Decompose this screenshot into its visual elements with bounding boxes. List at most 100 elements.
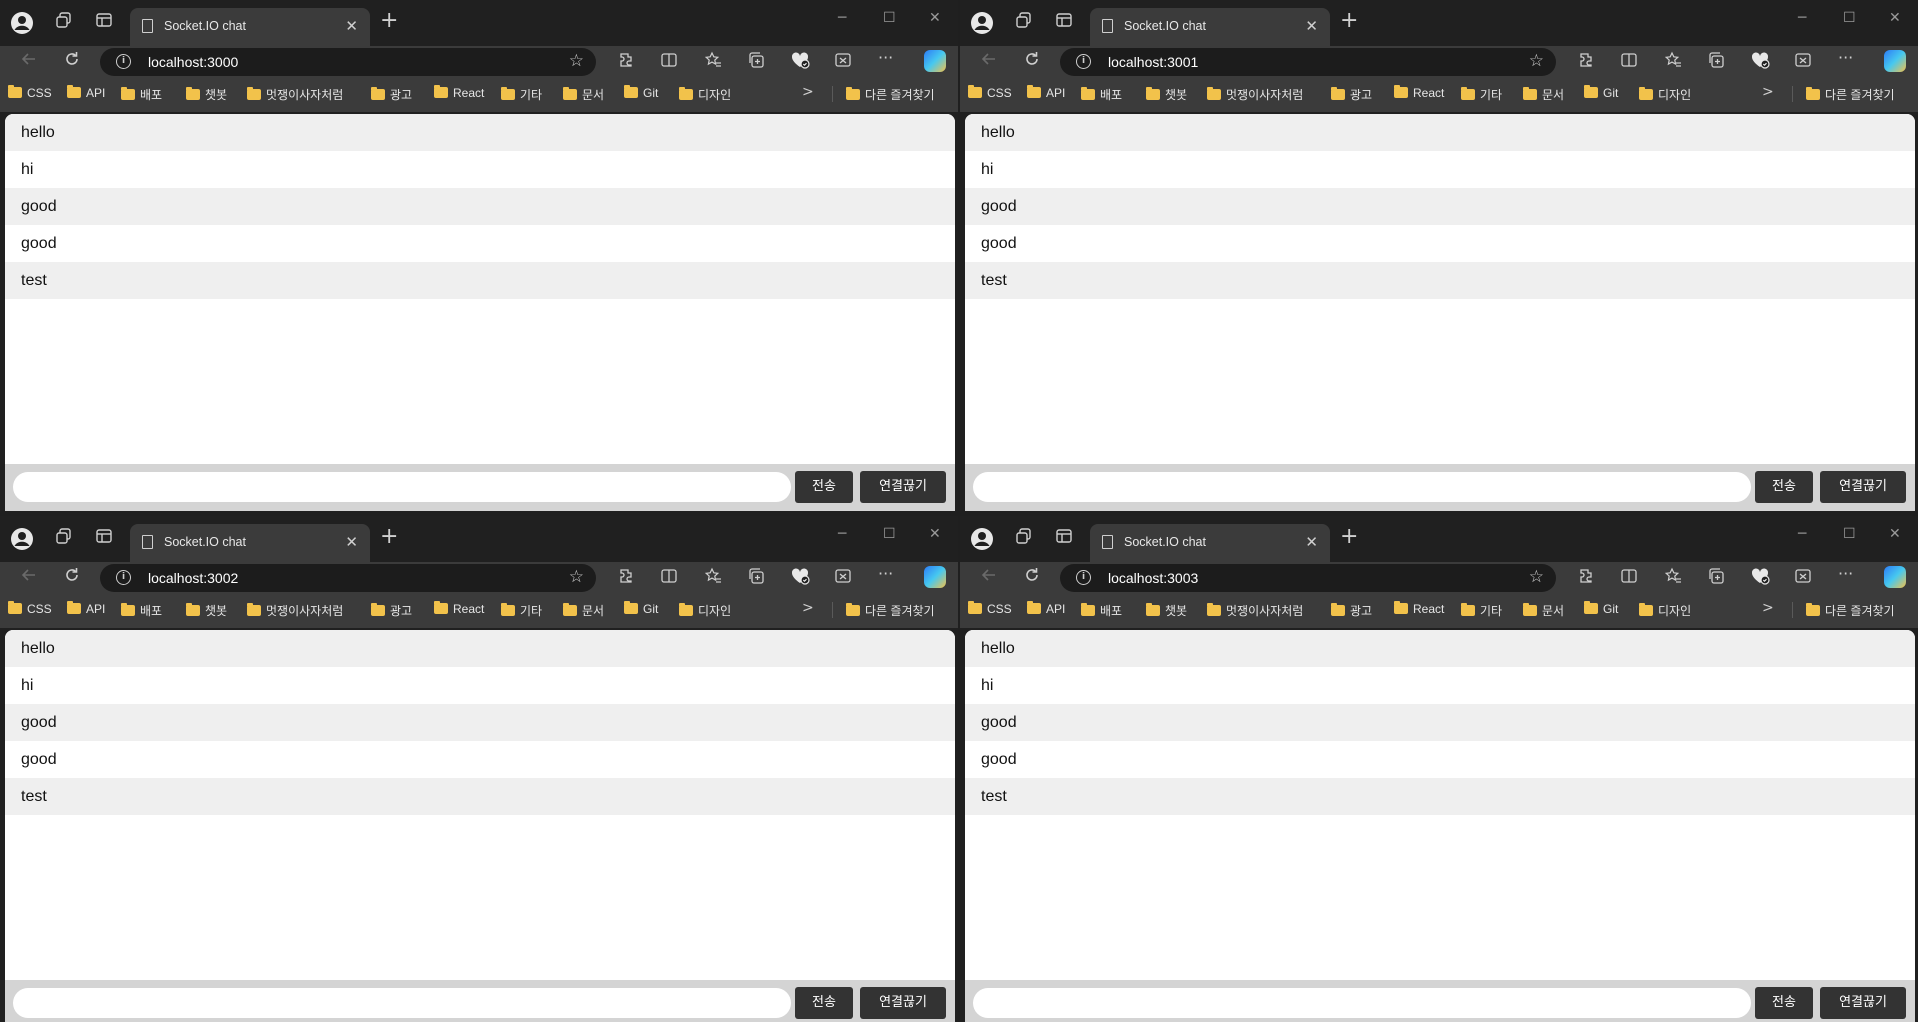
collections-icon[interactable] [1707,51,1725,73]
bookmark-folder[interactable]: 문서 [563,602,604,619]
minimize-button[interactable]: ─ [1798,526,1806,542]
more-icon[interactable]: ··· [1838,48,1853,67]
message-input[interactable] [973,988,1751,1018]
split-screen-icon[interactable] [660,51,678,73]
send-button[interactable]: 전송 [1755,471,1813,503]
bookmark-folder[interactable]: 문서 [563,86,604,103]
screenshot-icon[interactable] [834,51,852,73]
bookmark-folder[interactable]: API [1027,601,1065,616]
bookmark-folder[interactable]: 배포 [121,602,162,619]
favorites-icon[interactable] [704,567,722,589]
maximize-button[interactable]: ☐ [883,10,896,26]
bookmark-folder[interactable]: 멋쟁이사자처럼 [247,602,343,619]
other-favorites-folder[interactable]: 다른 즐겨찾기 [1806,602,1895,619]
split-screen-icon[interactable] [1620,51,1638,73]
bookmark-folder[interactable]: 문서 [1523,86,1564,103]
maximize-button[interactable]: ☐ [1843,526,1856,542]
collections-icon[interactable] [1707,567,1725,589]
disconnect-button[interactable]: 연결끊기 [1820,471,1906,503]
maximize-button[interactable]: ☐ [1843,10,1856,26]
bookmark-folder[interactable]: 기타 [1461,86,1502,103]
address-bar[interactable]: i localhost:3001 ☆ [1060,48,1556,76]
other-favorites-folder[interactable]: 다른 즐겨찾기 [1806,86,1895,103]
browser-tab[interactable]: Socket.IO chat ✕ [1090,524,1330,562]
tab-close-icon[interactable]: ✕ [1305,533,1318,551]
browser-tab[interactable]: Socket.IO chat ✕ [130,524,370,562]
message-input[interactable] [13,472,791,502]
bookmark-folder[interactable]: 배포 [1081,86,1122,103]
collections-icon[interactable] [747,567,765,589]
tab-close-icon[interactable]: ✕ [345,17,358,35]
bookmark-folder[interactable]: Git [624,601,658,616]
close-window-button[interactable]: ✕ [1889,10,1901,26]
bookmark-folder[interactable]: 멋쟁이사자처럼 [1207,86,1303,103]
site-info-icon[interactable]: i [1076,570,1091,585]
close-window-button[interactable]: ✕ [1889,526,1901,542]
bookmark-folder[interactable]: 챗봇 [1146,86,1187,103]
bookmark-folder[interactable]: 광고 [371,86,412,103]
screenshot-icon[interactable] [1794,567,1812,589]
copilot-icon[interactable] [1884,566,1906,588]
workspaces-icon[interactable] [1012,11,1036,35]
new-tab-button[interactable]: + [380,8,398,33]
bookmark-folder[interactable]: API [1027,85,1065,100]
bookmark-folder[interactable]: 기타 [501,86,542,103]
vertical-tabs-icon[interactable] [92,527,116,551]
profile-icon[interactable] [970,527,994,551]
favorite-star-icon[interactable]: ☆ [1529,567,1544,587]
bookmark-folder[interactable]: React [434,85,484,100]
profile-icon[interactable] [10,527,34,551]
new-tab-button[interactable]: + [1340,524,1358,549]
bookmark-folder[interactable]: 기타 [501,602,542,619]
bookmark-folder[interactable]: 챗봇 [1146,602,1187,619]
chevron-right-icon[interactable]: > [1762,600,1774,616]
new-tab-button[interactable]: + [380,524,398,549]
close-window-button[interactable]: ✕ [929,10,941,26]
new-tab-button[interactable]: + [1340,8,1358,33]
refresh-icon[interactable] [63,50,81,73]
split-screen-icon[interactable] [660,567,678,589]
bookmark-folder[interactable]: 배포 [121,86,162,103]
bookmark-folder[interactable]: 광고 [1331,602,1372,619]
bookmark-folder[interactable]: 멋쟁이사자처럼 [1207,602,1303,619]
copilot-icon[interactable] [924,566,946,588]
workspaces-icon[interactable] [52,527,76,551]
other-favorites-folder[interactable]: 다른 즐겨찾기 [846,86,935,103]
browser-essentials-icon[interactable] [1750,51,1770,73]
bookmark-folder[interactable]: 멋쟁이사자처럼 [247,86,343,103]
chevron-right-icon[interactable]: > [802,600,814,616]
bookmark-folder[interactable]: 기타 [1461,602,1502,619]
bookmark-folder[interactable]: 광고 [371,602,412,619]
workspaces-icon[interactable] [52,11,76,35]
favorite-star-icon[interactable]: ☆ [569,51,584,71]
profile-icon[interactable] [10,11,34,35]
disconnect-button[interactable]: 연결끊기 [860,471,946,503]
vertical-tabs-icon[interactable] [1052,527,1076,551]
favorite-star-icon[interactable]: ☆ [1529,51,1544,71]
screenshot-icon[interactable] [834,567,852,589]
extensions-icon[interactable] [1577,567,1595,589]
chevron-right-icon[interactable]: > [1762,84,1774,100]
bookmark-folder[interactable]: 광고 [1331,86,1372,103]
site-info-icon[interactable]: i [116,54,131,69]
disconnect-button[interactable]: 연결끊기 [860,987,946,1019]
profile-icon[interactable] [970,11,994,35]
more-icon[interactable]: ··· [878,48,893,67]
address-bar[interactable]: i localhost:3000 ☆ [100,48,596,76]
copilot-icon[interactable] [1884,50,1906,72]
back-arrow-icon[interactable] [20,50,38,73]
chevron-right-icon[interactable]: > [802,84,814,100]
tab-close-icon[interactable]: ✕ [345,533,358,551]
bookmark-folder[interactable]: React [1394,85,1444,100]
back-arrow-icon[interactable] [20,566,38,589]
refresh-icon[interactable] [63,566,81,589]
address-bar[interactable]: i localhost:3003 ☆ [1060,564,1556,592]
copilot-icon[interactable] [924,50,946,72]
favorite-star-icon[interactable]: ☆ [569,567,584,587]
bookmark-folder[interactable]: 디자인 [1639,602,1691,619]
bookmark-folder[interactable]: CSS [968,85,1012,100]
more-icon[interactable]: ··· [1838,564,1853,583]
close-window-button[interactable]: ✕ [929,526,941,542]
bookmark-folder[interactable]: 디자인 [1639,86,1691,103]
address-bar[interactable]: i localhost:3002 ☆ [100,564,596,592]
